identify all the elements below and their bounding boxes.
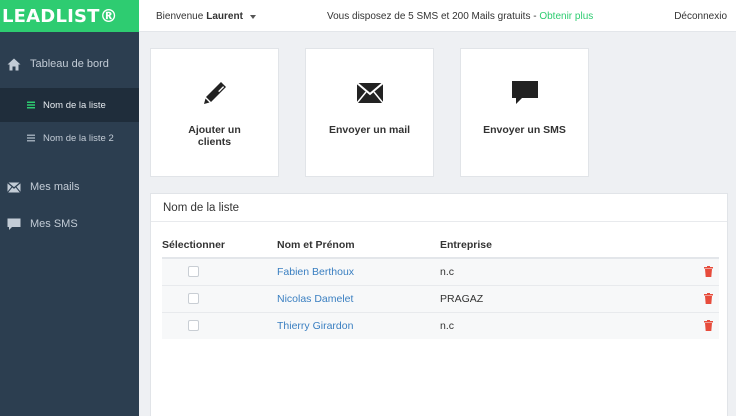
send-mail-card[interactable]: Envoyer un mail: [305, 48, 434, 177]
column-header-select[interactable]: Sélectionner: [162, 236, 277, 259]
company-cell: PRAGAZ: [440, 284, 700, 312]
sidebar-item-dashboard[interactable]: Tableau de bord: [0, 50, 139, 78]
row-checkbox[interactable]: [188, 320, 199, 332]
sidebar-item-list-1[interactable]: Nom de la liste: [0, 88, 139, 122]
home-icon: [7, 57, 21, 71]
list-panel: Nom de la liste Sélectionner Nom et Prén…: [150, 193, 728, 416]
get-more-link[interactable]: Obtenir plus: [539, 11, 593, 22]
sidebar-item-label: Mes mails: [30, 181, 80, 193]
chat-bubble-icon: [510, 78, 540, 108]
pencil-icon: [200, 78, 230, 108]
table-row: Nicolas Damelet PRAGAZ: [162, 284, 719, 312]
card-label: Envoyer un SMS: [483, 124, 566, 136]
chat-icon: [7, 217, 21, 231]
logout-link[interactable]: Déconnexio: [674, 11, 727, 22]
company-cell: n.c: [440, 311, 700, 339]
contact-name-link[interactable]: Thierry Girardon: [277, 320, 353, 332]
card-label: Envoyer un mail: [328, 124, 411, 136]
table-row: Fabien Berthoux n.c: [162, 257, 719, 285]
credits-message: Vous disposez de 5 SMS et 200 Mails grat…: [327, 11, 593, 22]
credits-text: Vous disposez de 5 SMS et 200 Mails grat…: [327, 11, 537, 22]
table-row: Thierry Girardon n.c: [162, 311, 719, 339]
envelope-icon: [355, 78, 385, 108]
panel-title: Nom de la liste: [151, 194, 727, 222]
envelope-icon: [7, 180, 21, 194]
list-icon: [27, 101, 35, 109]
add-client-card[interactable]: Ajouter un clients: [150, 48, 279, 177]
brand-logo[interactable]: LEADLIST®: [0, 0, 139, 32]
sidebar-item-label: Tableau de bord: [30, 58, 109, 70]
trash-icon[interactable]: [700, 266, 719, 278]
trash-icon[interactable]: [700, 320, 719, 332]
sidebar-item-label: Mes SMS: [30, 218, 78, 230]
sidebar-item-label: Nom de la liste: [43, 99, 106, 111]
contact-name-link[interactable]: Fabien Berthoux: [277, 266, 354, 278]
welcome-text: Bienvenue: [156, 11, 204, 22]
contacts-table: Sélectionner Nom et Prénom Entreprise Fa…: [162, 236, 719, 339]
list-icon: [27, 134, 35, 142]
column-header-name[interactable]: Nom et Prénom: [277, 236, 440, 259]
table-header: Sélectionner Nom et Prénom Entreprise: [162, 236, 719, 259]
user-menu[interactable]: Bienvenue Laurent: [156, 11, 256, 22]
column-header-actions: [700, 236, 719, 259]
row-checkbox[interactable]: [188, 293, 199, 304]
sidebar: Tableau de bord Nom de la liste Nom de l…: [0, 32, 139, 416]
row-checkbox[interactable]: [188, 266, 199, 278]
username: Laurent: [206, 11, 243, 22]
sidebar-item-sms[interactable]: Mes SMS: [0, 210, 139, 238]
sidebar-item-list-2[interactable]: Nom de la liste 2: [0, 121, 139, 155]
card-label: Ajouter un clients: [188, 124, 241, 148]
send-sms-card[interactable]: Envoyer un SMS: [460, 48, 589, 177]
contact-name-link[interactable]: Nicolas Damelet: [277, 293, 353, 305]
sidebar-item-label: Nom de la liste 2: [43, 132, 114, 144]
topbar: Bienvenue Laurent Vous disposez de 5 SMS…: [139, 0, 736, 32]
column-header-company[interactable]: Entreprise: [440, 236, 700, 259]
caret-down-icon: [249, 14, 256, 19]
sidebar-item-mails[interactable]: Mes mails: [0, 173, 139, 201]
trash-icon[interactable]: [700, 293, 719, 304]
company-cell: n.c: [440, 257, 700, 285]
